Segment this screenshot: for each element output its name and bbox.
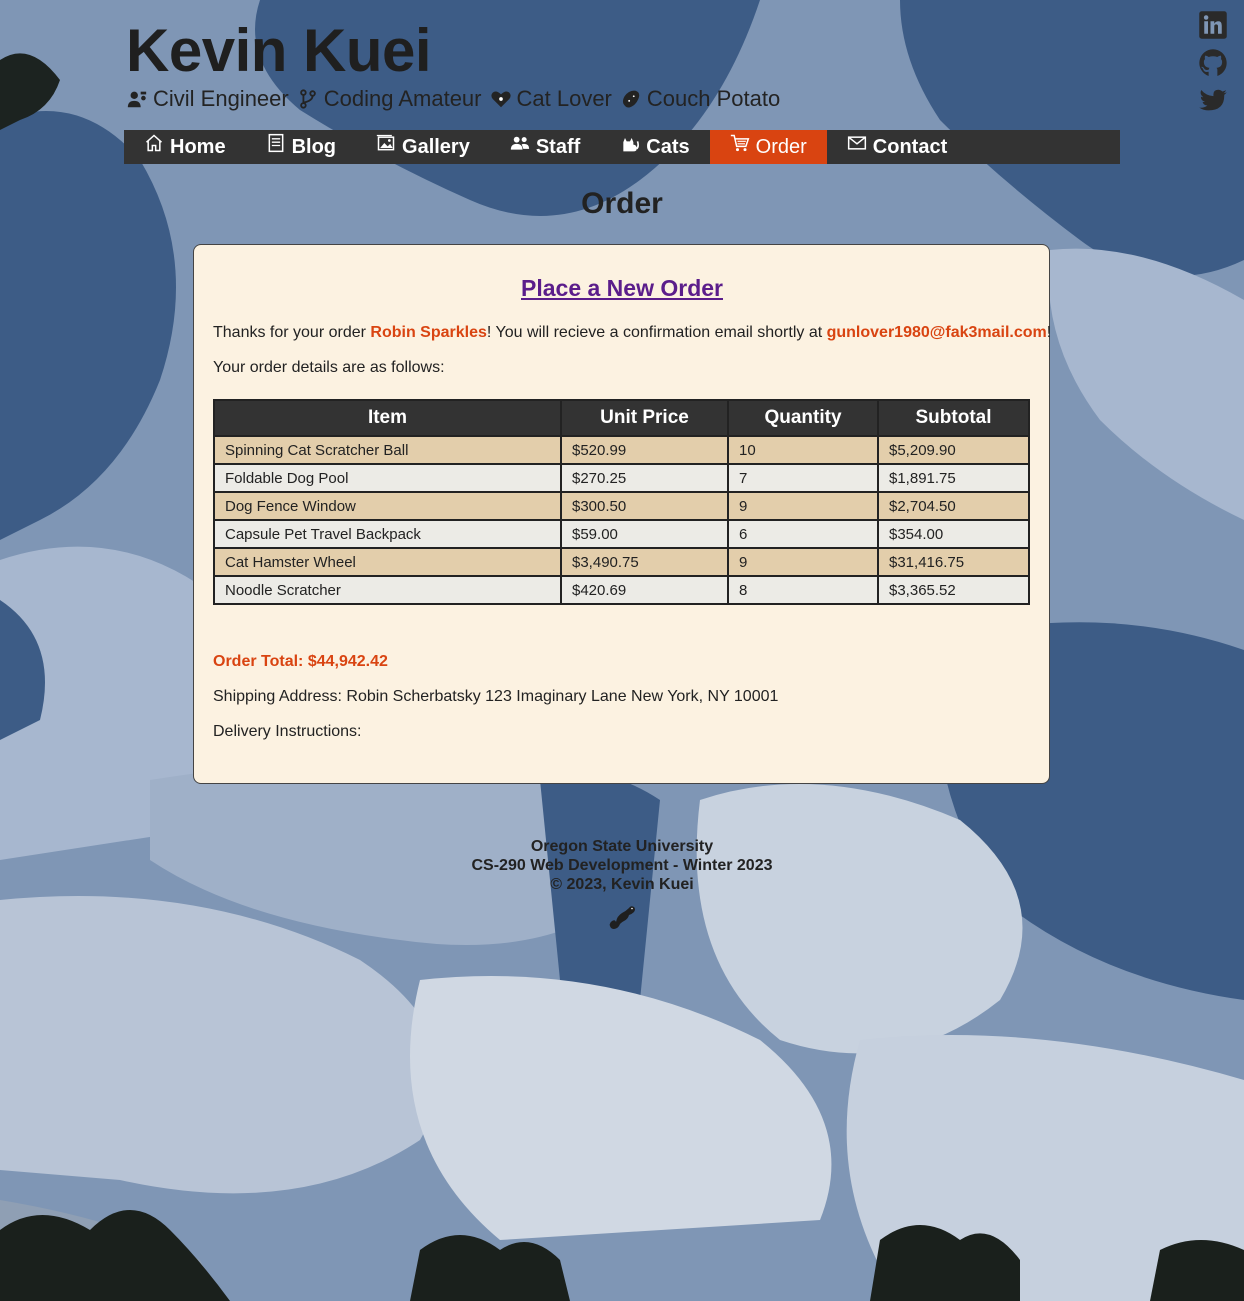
shipping-address: Shipping Address: Robin Scherbatsky 123 … xyxy=(213,688,779,705)
github-link[interactable] xyxy=(1198,48,1228,78)
thanks-message: Thanks for your order Robin Sparkles! Yo… xyxy=(213,324,1051,342)
twitter-icon xyxy=(1199,89,1227,111)
nav-item-staff[interactable]: Staff xyxy=(490,130,600,164)
footer-course: CS-290 Web Development - Winter 2023 xyxy=(471,857,773,874)
engineer-icon xyxy=(127,91,147,108)
mail-icon xyxy=(847,136,866,150)
site-footer: Oregon State University CS-290 Web Devel… xyxy=(0,837,1244,930)
table-row: Cat Hamster Wheel $3,490.75 9 $31,416.75 xyxy=(213,547,1030,577)
cell-item: Noodle Scratcher xyxy=(213,575,562,605)
cell-subtotal: $354.00 xyxy=(877,519,1030,549)
thanks-suffix: ! xyxy=(1046,324,1052,341)
thanks-prefix: Thanks for your order xyxy=(213,324,371,341)
nav-label: Gallery xyxy=(402,135,470,158)
branch-icon xyxy=(299,89,316,109)
cat-icon xyxy=(623,138,640,152)
col-header-subtotal: Subtotal xyxy=(877,399,1030,437)
potato-icon xyxy=(622,90,640,108)
col-header-unit-price: Unit Price xyxy=(560,399,729,437)
gallery-icon xyxy=(376,134,395,151)
customer-name: Robin Sparkles xyxy=(370,324,487,341)
details-intro: Your order details are as follows: xyxy=(213,359,445,376)
delivery-instructions: Delivery Instructions: xyxy=(213,723,362,740)
staff-icon xyxy=(510,136,530,150)
nav-label: Staff xyxy=(535,135,581,158)
cell-unit-price: $300.50 xyxy=(560,491,729,521)
nav-label: Home xyxy=(170,135,226,158)
cell-subtotal: $3,365.52 xyxy=(877,575,1030,605)
nav-label: Contact xyxy=(872,135,948,158)
tag-coding-amateur: Coding Amateur xyxy=(297,86,482,112)
cell-subtotal: $1,891.75 xyxy=(877,463,1030,493)
cell-quantity: 7 xyxy=(727,463,879,493)
tag-label: Civil Engineer xyxy=(153,86,289,111)
tag-label: Cat Lover xyxy=(516,86,612,111)
linkedin-link[interactable] xyxy=(1198,10,1228,40)
page-title: Order xyxy=(581,187,663,220)
cell-item: Dog Fence Window xyxy=(213,491,562,521)
table-row: Capsule Pet Travel Backpack $59.00 6 $35… xyxy=(213,519,1030,549)
cell-unit-price: $520.99 xyxy=(560,435,729,465)
nav-item-order[interactable]: Order xyxy=(709,130,827,164)
order-total: Order Total: $44,942.42 xyxy=(213,653,388,670)
cell-subtotal: $31,416.75 xyxy=(877,547,1030,577)
tag-cat-lover: Cat Lover xyxy=(490,86,612,112)
table-row: Noodle Scratcher $420.69 8 $3,365.52 xyxy=(213,575,1030,605)
cell-quantity: 8 xyxy=(727,575,879,605)
nav-item-gallery[interactable]: Gallery xyxy=(356,130,490,164)
table-row: Spinning Cat Scratcher Ball $520.99 10 $… xyxy=(213,435,1030,465)
tag-civil-engineer: Civil Engineer xyxy=(126,86,289,112)
place-new-order-link[interactable]: Place a New Order xyxy=(521,275,723,301)
col-header-item: Item xyxy=(213,399,562,437)
footer-university: Oregon State University xyxy=(530,838,714,855)
tagline: Civil Engineer Coding Amateur Cat Lover … xyxy=(126,86,788,112)
nav-item-blog[interactable]: Blog xyxy=(246,130,356,164)
main-nav: Home Blog Gallery Staff Cats Order Conta… xyxy=(124,130,1120,164)
customer-email: gunlover1980@fak3mail.com xyxy=(826,324,1047,341)
nav-item-cats[interactable]: Cats xyxy=(600,130,709,164)
cell-item: Capsule Pet Travel Backpack xyxy=(213,519,562,549)
beaver-icon xyxy=(609,906,635,929)
site-title: Kevin Kuei xyxy=(126,17,432,84)
cell-subtotal: $5,209.90 xyxy=(877,435,1030,465)
home-icon xyxy=(146,134,162,152)
site-header: Kevin Kuei Civil Engineer Coding Amateur… xyxy=(126,14,788,112)
github-icon xyxy=(1199,49,1227,76)
cart-icon xyxy=(730,134,750,152)
footer-copyright: © 2023, Kevin Kuei xyxy=(550,876,694,893)
col-header-quantity: Quantity xyxy=(727,399,879,437)
cell-quantity: 9 xyxy=(727,491,879,521)
cell-quantity: 9 xyxy=(727,547,879,577)
nav-label: Cats xyxy=(646,135,690,158)
twitter-link[interactable] xyxy=(1198,86,1228,116)
social-links xyxy=(1198,10,1228,124)
cell-unit-price: $270.25 xyxy=(560,463,729,493)
tag-couch-potato: Couch Potato xyxy=(620,86,780,112)
linkedin-icon xyxy=(1199,11,1227,39)
nav-label: Order xyxy=(755,135,807,158)
order-table: Item Unit Price Quantity Subtotal Spinni… xyxy=(213,399,1030,605)
cell-unit-price: $3,490.75 xyxy=(560,547,729,577)
tag-label: Couch Potato xyxy=(646,86,781,111)
thanks-middle: ! You will recieve a confirmation email … xyxy=(486,324,827,341)
cell-item: Spinning Cat Scratcher Ball xyxy=(213,435,562,465)
table-row: Dog Fence Window $300.50 9 $2,704.50 xyxy=(213,491,1030,521)
cell-item: Cat Hamster Wheel xyxy=(213,547,562,577)
heart-paw-icon xyxy=(490,91,511,108)
table-row: Foldable Dog Pool $270.25 7 $1,891.75 xyxy=(213,463,1030,493)
cell-quantity: 6 xyxy=(727,519,879,549)
cell-unit-price: $59.00 xyxy=(560,519,729,549)
cell-subtotal: $2,704.50 xyxy=(877,491,1030,521)
nav-item-contact[interactable]: Contact xyxy=(827,130,967,164)
blog-icon xyxy=(268,133,283,153)
cell-unit-price: $420.69 xyxy=(560,575,729,605)
cell-item: Foldable Dog Pool xyxy=(213,463,562,493)
table-header-row: Item Unit Price Quantity Subtotal xyxy=(213,399,1030,437)
card-title: Place a New Order xyxy=(0,275,1244,302)
tag-label: Coding Amateur xyxy=(323,86,482,111)
nav-item-home[interactable]: Home xyxy=(124,130,246,164)
nav-label: Blog xyxy=(291,135,337,158)
cell-quantity: 10 xyxy=(727,435,879,465)
